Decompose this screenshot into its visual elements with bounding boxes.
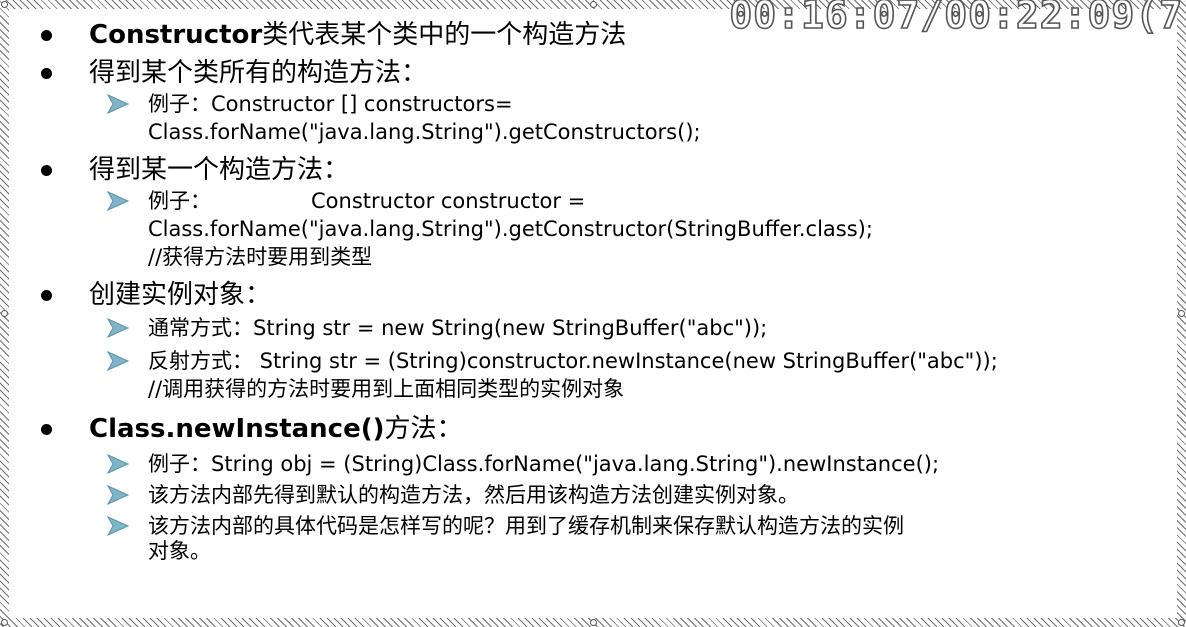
sub-bullet-text: 例子：Constructor [] constructors= bbox=[148, 91, 1169, 118]
bullet-bold-text: Constructor bbox=[89, 20, 263, 50]
bullet-rest-text: 类代表某个类中的一个构造方法 bbox=[262, 20, 627, 50]
resize-handle-bottom-center[interactable] bbox=[590, 619, 597, 626]
bullet-dot-icon bbox=[41, 290, 52, 301]
bullet-text: Class.newInstance()方法： bbox=[89, 413, 463, 445]
sub-bullet-item: 例子：Constructor [] constructors= bbox=[35, 91, 1169, 118]
slide-content: Constructor类代表某个类中的一个构造方法 得到某个类所有的构造方法： … bbox=[35, 19, 1169, 562]
arrow-bullet-icon bbox=[107, 351, 129, 371]
bullet-item: Class.newInstance()方法： bbox=[35, 413, 1169, 445]
bullet-text: 创建实例对象： bbox=[89, 280, 272, 310]
bullet-text: Constructor类代表某个类中的一个构造方法 bbox=[89, 19, 626, 51]
bullet-text: 得到某一个构造方法： bbox=[89, 155, 350, 185]
sub-bullet-item: 该方法内部的具体代码是怎样写的呢？用到了缓存机制来保存默认构造方法的实例 bbox=[35, 513, 1169, 540]
sub-bullet-text: 通常方式：String str = new String(new StringB… bbox=[148, 315, 1169, 342]
sub-bullet-text: 该方法内部的具体代码是怎样写的呢？用到了缓存机制来保存默认构造方法的实例 bbox=[148, 514, 904, 538]
arrow-bullet-icon bbox=[107, 454, 129, 474]
resize-handle-top-center[interactable] bbox=[590, 1, 597, 8]
resize-handle-middle-left[interactable] bbox=[1, 310, 8, 317]
sub-code: Constructor constructor = bbox=[311, 189, 586, 213]
sub-bullet-item: 例子： Constructor constructor = bbox=[35, 188, 1169, 215]
arrow-bullet-icon bbox=[107, 94, 129, 114]
bullet-item: 得到某一个构造方法： bbox=[35, 154, 1169, 186]
bullet-dot-icon bbox=[41, 424, 52, 435]
sub-code: String str = (String)constructor.newInst… bbox=[253, 349, 998, 373]
sub-code: Constructor [] constructors= bbox=[211, 92, 513, 116]
bullet-item: Constructor类代表某个类中的一个构造方法 bbox=[35, 19, 1169, 51]
sub-label: 例子： bbox=[148, 452, 211, 476]
resize-handle-bottom-left[interactable] bbox=[1, 619, 8, 626]
sub-bullet-item: 该方法内部先得到默认的构造方法，然后用该构造方法创建实例对象。 bbox=[35, 482, 1169, 509]
resize-handle-bottom-right[interactable] bbox=[1178, 619, 1185, 626]
sub-code: String obj = (String)Class.forName("java… bbox=[211, 452, 940, 476]
bullet-text: 得到某个类所有的构造方法： bbox=[89, 58, 428, 88]
resize-handle-middle-right[interactable] bbox=[1178, 310, 1185, 317]
sub-bullet-text: 该方法内部先得到默认的构造方法，然后用该构造方法创建实例对象。 bbox=[148, 483, 799, 507]
sub-label: 例子： bbox=[148, 189, 211, 213]
code-comment: //获得方法时要用到类型 bbox=[148, 245, 373, 269]
sub-bullet-text: 反射方式： String str = (String)constructor.n… bbox=[148, 348, 1169, 375]
sub-bullet-item: 通常方式：String str = new String(new StringB… bbox=[35, 315, 1169, 342]
bullet-dot-icon bbox=[41, 165, 52, 176]
bullet-dot-icon bbox=[41, 68, 52, 79]
arrow-bullet-icon bbox=[107, 318, 129, 338]
arrow-bullet-icon bbox=[107, 516, 129, 536]
code-continuation: Class.forName("java.lang.String").getCon… bbox=[148, 120, 701, 144]
sub-code: String str = new String(new StringBuffer… bbox=[253, 316, 768, 340]
sub-bullet-text: 例子： Constructor constructor = bbox=[148, 188, 1169, 215]
sub-bullet-item: 例子：String obj = (String)Class.forName("j… bbox=[35, 451, 1169, 478]
arrow-bullet-icon bbox=[107, 485, 129, 505]
resize-handle-top-left[interactable] bbox=[1, 1, 8, 8]
code-continuation: Class.forName("java.lang.String").getCon… bbox=[148, 217, 873, 241]
sub-label: 通常方式： bbox=[148, 316, 253, 340]
code-comment: //调用获得的方法时要用到上面相同类型的实例对象 bbox=[148, 377, 625, 401]
slide-text-box[interactable]: 00:16:07/00:22:09(7 Constructor类代表某个类中的一… bbox=[9, 0, 1183, 618]
bullet-bold-text: Class.newInstance() bbox=[89, 414, 385, 444]
sub-label: 例子： bbox=[148, 92, 211, 116]
bullet-item: 创建实例对象： bbox=[35, 279, 1169, 311]
sub-label: 反射方式： bbox=[148, 349, 253, 373]
bullet-rest-text: 方法： bbox=[384, 414, 463, 444]
sub-bullet-text: 例子：String obj = (String)Class.forName("j… bbox=[148, 451, 1169, 478]
bullet-item: 得到某个类所有的构造方法： bbox=[35, 57, 1169, 89]
text-continuation: 对象。 bbox=[148, 539, 211, 563]
sub-bullet-item: 反射方式： String str = (String)constructor.n… bbox=[35, 348, 1169, 375]
bullet-dot-icon bbox=[41, 30, 52, 41]
arrow-bullet-icon bbox=[107, 191, 129, 211]
